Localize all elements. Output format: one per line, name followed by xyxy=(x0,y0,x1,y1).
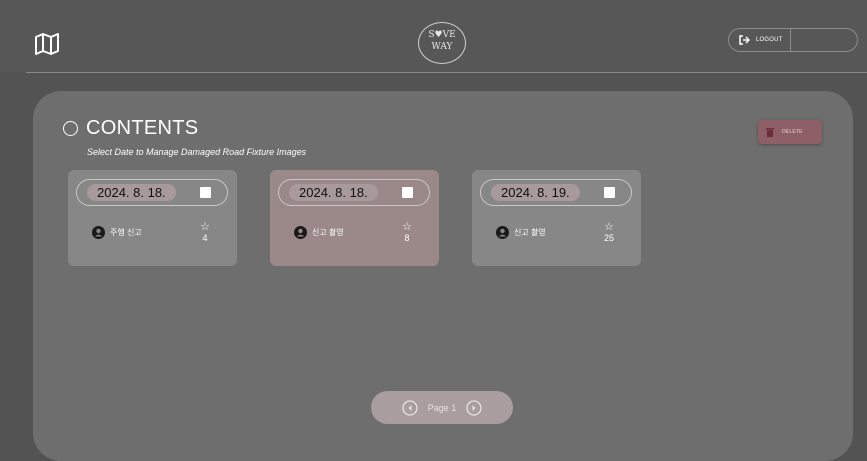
card-rating: ☆ 4 xyxy=(195,221,215,244)
card-date: 2024. 8. 18. xyxy=(289,184,378,201)
card-checkbox[interactable] xyxy=(604,187,615,198)
page-label: Page 1 xyxy=(427,402,457,413)
logo-text-bottom: WAY xyxy=(431,42,453,52)
star-icon: ☆ xyxy=(200,221,210,233)
page-title: CONTENTS xyxy=(86,117,199,139)
card-count: 4 xyxy=(202,233,208,243)
user-circle-icon xyxy=(496,226,509,239)
chevron-right-circle-icon[interactable] xyxy=(466,399,482,416)
date-card[interactable]: 2024. 8. 19. 신고 촬영 ☆ 25 xyxy=(472,170,641,266)
card-checkbox[interactable] xyxy=(200,187,211,198)
card-date: 2024. 8. 19. xyxy=(491,184,580,201)
card-info: 신고 촬영 xyxy=(496,226,546,239)
logo: S♥VE WAY xyxy=(418,22,466,64)
pagination: Page 1 xyxy=(371,391,513,424)
card-info: 신고 촬영 xyxy=(294,226,344,239)
top-bar: S♥VE WAY LOGOUT xyxy=(0,0,867,72)
card-date: 2024. 8. 18. xyxy=(87,184,176,201)
logout-button[interactable]: LOGOUT xyxy=(729,29,791,51)
title-row: CONTENTS xyxy=(63,117,198,140)
chevron-left-circle-icon[interactable] xyxy=(402,399,418,416)
date-pill: 2024. 8. 18. xyxy=(76,179,228,206)
header-divider xyxy=(26,72,867,73)
card-rating: ☆ 25 xyxy=(599,221,619,244)
card-checkbox[interactable] xyxy=(402,187,413,198)
trash-icon xyxy=(766,128,774,137)
star-icon: ☆ xyxy=(604,221,614,233)
card-count: 25 xyxy=(603,233,614,243)
date-card-selected[interactable]: 2024. 8. 18. 신고 촬영 ☆ 8 xyxy=(270,170,439,266)
card-rating: ☆ 8 xyxy=(397,221,417,244)
card-info: 주행 신고 xyxy=(92,226,142,239)
card-label: 신고 촬영 xyxy=(514,228,546,237)
contents-panel: CONTENTS Select Date to Manage Damaged R… xyxy=(33,91,853,461)
card-label: 주행 신고 xyxy=(110,228,142,237)
card-count: 8 xyxy=(404,233,410,243)
circle-icon xyxy=(63,121,78,136)
logo-text-top: S♥VE xyxy=(428,30,456,40)
delete-button[interactable]: DELETE xyxy=(758,120,822,144)
logout-group: LOGOUT xyxy=(728,28,858,52)
user-circle-icon xyxy=(294,226,307,239)
card-label: 신고 촬영 xyxy=(312,228,344,237)
date-card[interactable]: 2024. 8. 18. 주행 신고 ☆ 4 xyxy=(68,170,237,266)
logout-icon xyxy=(739,35,750,45)
date-pill: 2024. 8. 18. xyxy=(278,179,430,206)
delete-label: DELETE xyxy=(782,129,803,135)
star-icon: ☆ xyxy=(402,221,412,233)
page-subtitle: Select Date to Manage Damaged Road Fixtu… xyxy=(87,147,307,157)
user-circle-icon xyxy=(92,226,105,239)
logout-label: LOGOUT xyxy=(756,37,783,43)
map-icon[interactable] xyxy=(34,33,60,55)
date-pill: 2024. 8. 19. xyxy=(480,179,632,206)
